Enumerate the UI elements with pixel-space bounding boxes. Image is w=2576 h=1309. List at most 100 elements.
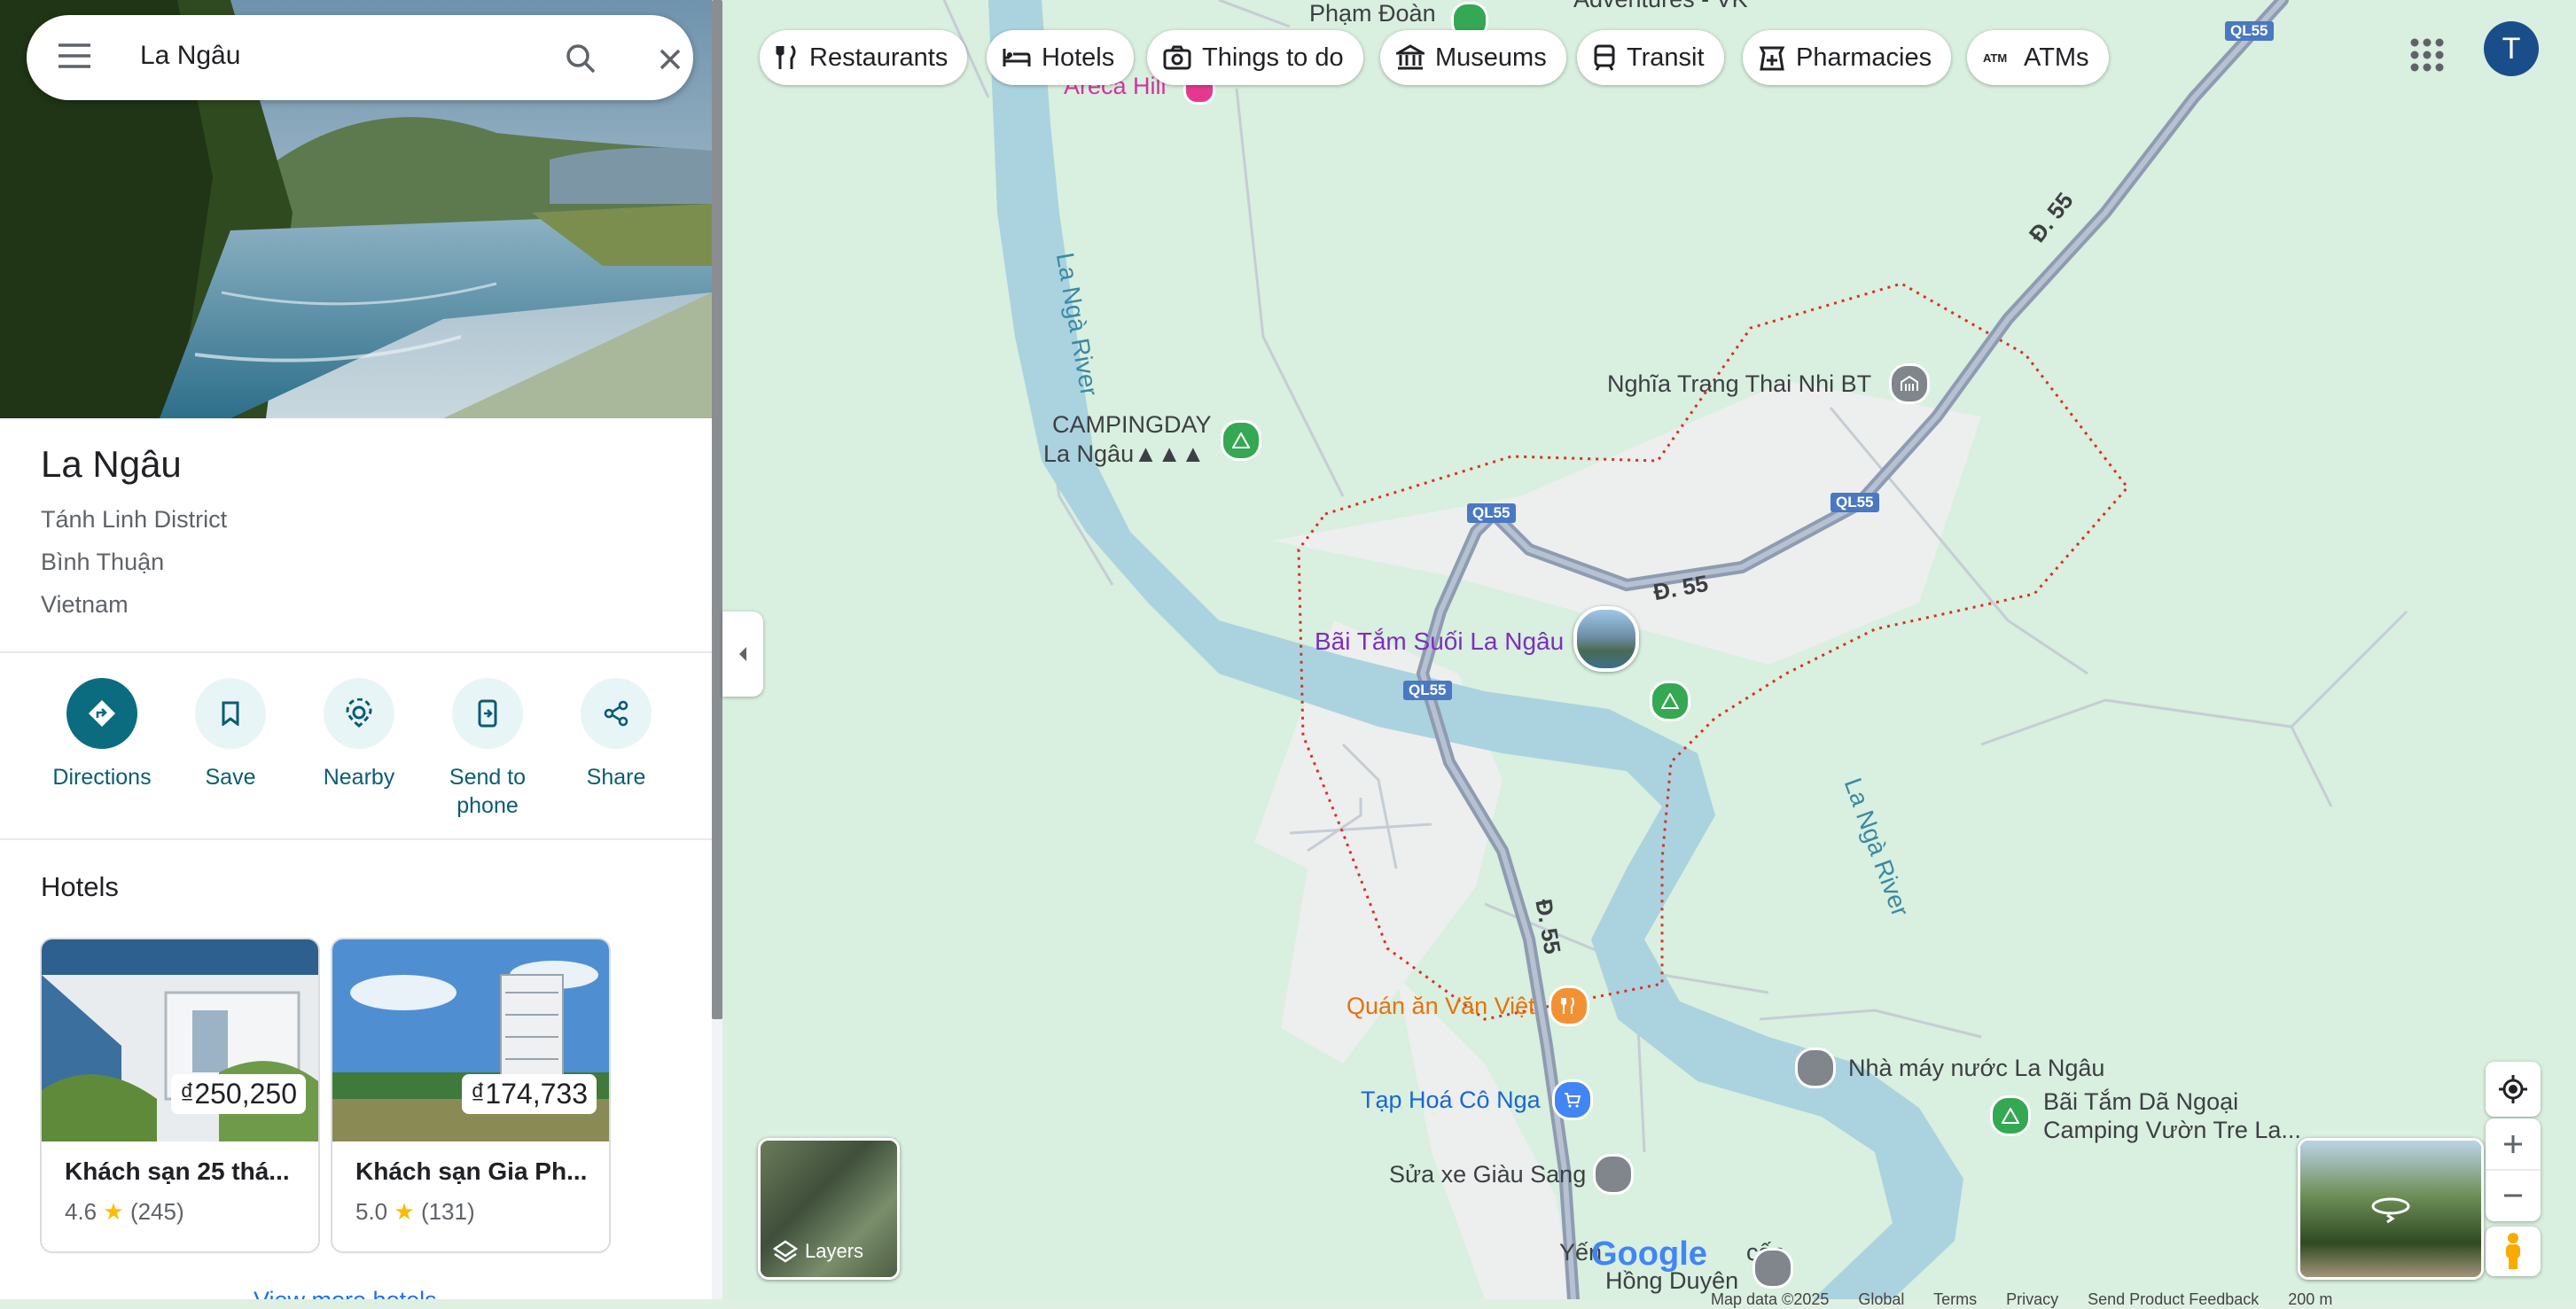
plus-icon <box>2504 1135 2522 1153</box>
pegman-button[interactable] <box>2486 1227 2541 1276</box>
send-to-phone-button[interactable]: Send to phone <box>425 678 550 820</box>
route-shield: QL55 <box>1403 681 1452 700</box>
poi-label[interactable]: Quán ăn Văn Việt <box>1347 993 1535 1020</box>
rating-value: 5.0 <box>355 1198 388 1225</box>
camping-marker-icon[interactable] <box>1221 420 1261 461</box>
zoom-in-button[interactable] <box>2486 1119 2541 1171</box>
chip-label: Transit <box>1627 43 1705 72</box>
footer-link-feedback[interactable]: Send Product Feedback <box>2088 1290 2259 1308</box>
layers-button[interactable]: Layers <box>758 1138 900 1280</box>
hotel-name: Khách sạn Gia Ph... <box>355 1157 588 1185</box>
my-location-icon <box>2499 1075 2527 1103</box>
side-panel: La Ngâu Tánh Linh District Bình Thuận Vi… <box>0 0 712 1299</box>
layers-icon <box>773 1240 798 1263</box>
chip-atms[interactable]: ATM ATMs <box>1967 30 2109 85</box>
poi-label[interactable]: Nhà máy nước La Ngâu <box>1848 1055 2104 1082</box>
chip-museums[interactable]: Museums <box>1380 30 1566 85</box>
shopping-marker-icon[interactable] <box>1552 1079 1593 1120</box>
map-graphic <box>722 0 2576 1305</box>
clear-search-button[interactable] <box>647 36 693 82</box>
poi-label[interactable]: Sửa xe Giàu Sang <box>1389 1161 1586 1188</box>
action-label: Share <box>586 765 646 790</box>
chip-hotels[interactable]: Hotels <box>987 30 1135 85</box>
share-button[interactable]: Share <box>554 678 678 791</box>
poi-label[interactable]: Nghĩa Trang Thai Nhi BT <box>1607 370 1871 398</box>
action-bar: Directions Save Nearby Send to phone Sha… <box>27 678 700 820</box>
divider <box>0 651 712 653</box>
map-data-attribution: Map data ©2025 <box>1711 1290 1830 1308</box>
my-location-button[interactable] <box>2486 1062 2541 1117</box>
action-label: Directions <box>52 765 152 790</box>
pegman-icon <box>2506 1233 2520 1269</box>
footer-link-terms[interactable]: Terms <box>1933 1290 1977 1308</box>
building-marker-icon[interactable] <box>1795 1048 1836 1088</box>
hotel-card[interactable]: ₫174,733 Khách sạn Gia Ph... 5.0 ★ (131) <box>331 938 611 1253</box>
menu-icon <box>59 43 90 68</box>
poi-label[interactable]: Phạm Đoàn <box>1309 0 1436 27</box>
generic-marker-icon[interactable] <box>1752 1248 1793 1289</box>
send-to-phone-icon <box>452 678 523 749</box>
rotate-360-icon <box>2371 1197 2410 1224</box>
nearby-button[interactable]: Nearby <box>297 678 421 791</box>
poi-label[interactable]: Camping Vườn Tre La... <box>2043 1117 2301 1144</box>
place-title: La Ngâu <box>41 443 182 485</box>
hotel-card[interactable]: ₫250,250 Khách sạn 25 thá... 4.6 ★ (245) <box>40 938 320 1253</box>
review-count: (131) <box>420 1198 475 1225</box>
place-address-line: Vietnam <box>41 591 129 618</box>
poi-label[interactable]: CAMPINGDAY <box>1052 411 1212 439</box>
restaurant-marker-icon[interactable] <box>1549 986 1589 1026</box>
map-canvas[interactable]: QL55 QL55 QL55 QL55 Đ. 55 Đ. 55 Đ. 55 La… <box>722 0 2576 1305</box>
poi-label[interactable]: La Ngâu▲▲▲ <box>1043 440 1205 468</box>
hotel-price: ₫250,250 <box>170 1074 306 1114</box>
layers-label: Layers <box>805 1240 864 1262</box>
directions-icon <box>66 678 137 749</box>
poi-label[interactable]: Tạp Hoá Cô Nga <box>1361 1087 1541 1114</box>
menu-button[interactable] <box>57 42 99 74</box>
action-label: Nearby <box>323 765 395 790</box>
camping-marker-icon[interactable] <box>1990 1095 2031 1136</box>
save-button[interactable]: Save <box>168 678 293 791</box>
poi-label[interactable]: Bãi Tắm Dã Ngoại <box>2043 1088 2238 1116</box>
generic-marker-icon[interactable] <box>1593 1154 1634 1195</box>
footer-link-global[interactable]: Global <box>1858 1290 1904 1308</box>
chip-transit[interactable]: Transit <box>1577 30 1724 85</box>
chip-label: Things to do <box>1202 43 1344 72</box>
chip-things-to-do[interactable]: Things to do <box>1147 30 1363 85</box>
search-icon <box>566 44 596 74</box>
route-shield: QL55 <box>1831 493 1879 512</box>
chip-pharmacies[interactable]: Pharmacies <box>1743 30 1952 85</box>
transit-icon <box>1594 44 1615 71</box>
zoom-out-button[interactable] <box>2486 1171 2541 1220</box>
svg-text:ATM: ATM <box>1983 51 2007 65</box>
search-input[interactable] <box>138 40 514 72</box>
hotel-rating: 5.0 ★ (131) <box>355 1198 475 1226</box>
divider <box>0 838 712 840</box>
directions-button[interactable]: Directions <box>40 678 164 791</box>
google-apps-icon[interactable] <box>2406 34 2448 76</box>
star-icon: ★ <box>103 1198 124 1225</box>
minus-icon <box>2504 1194 2522 1197</box>
share-icon <box>581 678 652 749</box>
poi-label[interactable]: Adventures - VK <box>1573 0 1748 13</box>
camera-icon <box>1163 45 1191 70</box>
side-panel-scrollbar[interactable] <box>712 0 722 1019</box>
street-view-thumbnail[interactable] <box>2298 1138 2484 1280</box>
place-info: La Ngâu Tánh Linh District Bình Thuận Vi… <box>41 443 227 626</box>
collapse-side-panel-button[interactable] <box>722 612 763 697</box>
camping-marker-icon[interactable] <box>1650 681 1690 721</box>
cemetery-marker-icon[interactable] <box>1889 363 1930 404</box>
bookmark-icon <box>195 678 266 749</box>
scale-label[interactable]: 200 m <box>2288 1290 2332 1308</box>
footer-link-privacy[interactable]: Privacy <box>2006 1290 2058 1308</box>
account-avatar[interactable]: T <box>2484 21 2539 76</box>
selected-place-photo-marker[interactable] <box>1573 606 1639 672</box>
museum-icon <box>1396 44 1425 70</box>
selected-place-label[interactable]: Bãi Tắm Suối La Ngâu <box>1315 627 1564 656</box>
place-address-line: Bình Thuận <box>41 549 165 575</box>
search-button[interactable] <box>558 36 605 82</box>
chip-restaurants[interactable]: Restaurants <box>760 30 968 85</box>
hotel-name: Khách sạn 25 thá... <box>65 1157 290 1185</box>
hotels-heading: Hotels <box>41 871 119 902</box>
view-more-hotels-link[interactable]: View more hotels <box>254 1287 437 1299</box>
hotel-icon <box>1003 49 1031 66</box>
